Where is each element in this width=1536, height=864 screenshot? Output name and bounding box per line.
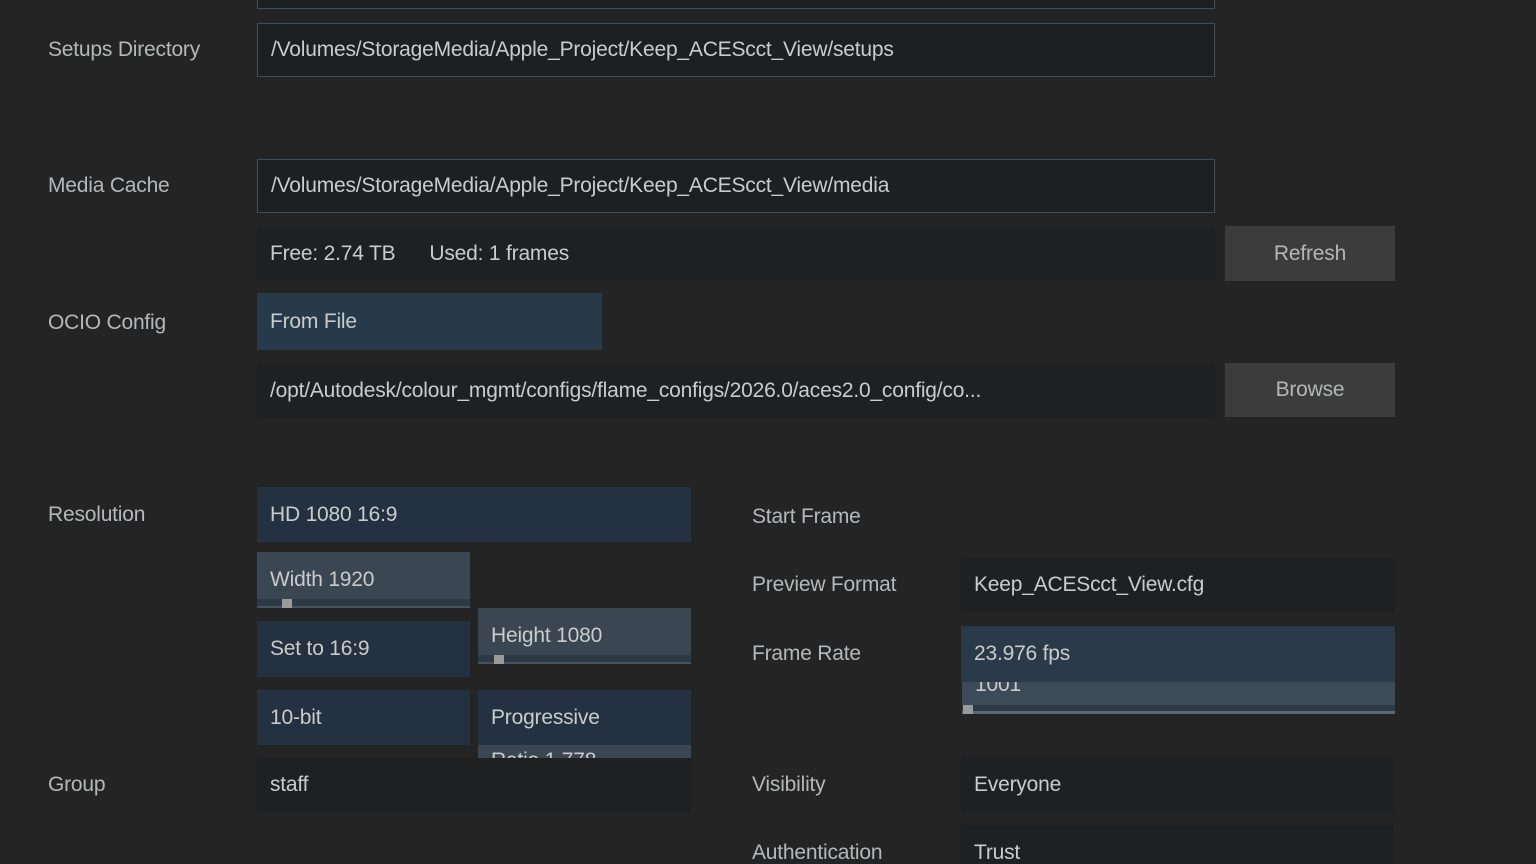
ocio-mode-dropdown[interactable]: From File [257, 293, 602, 350]
resolution-width-value: Width 1920 [270, 568, 374, 592]
width-slider[interactable] [257, 599, 470, 608]
resolution-label: Resolution [48, 487, 145, 542]
bit-depth-dropdown[interactable]: 10-bit [257, 690, 470, 745]
start-frame-slider-track [962, 711, 1395, 714]
ocio-path-field[interactable]: /opt/Autodesk/colour_mgmt/configs/flame_… [257, 363, 1215, 418]
start-frame-slider[interactable] [962, 705, 1395, 714]
group-label: Group [48, 758, 105, 812]
setups-directory-input[interactable]: /Volumes/StorageMedia/Apple_Project/Keep… [257, 23, 1215, 77]
width-slider-handle[interactable] [282, 599, 292, 608]
resolution-width-field[interactable]: Width 1920 [257, 552, 470, 608]
visibility-label: Visibility [752, 757, 825, 813]
media-cache-input[interactable]: /Volumes/StorageMedia/Apple_Project/Keep… [257, 159, 1215, 213]
visibility-field[interactable]: Everyone [961, 757, 1394, 813]
height-slider-track [478, 662, 691, 664]
start-frame-label: Start Frame [752, 488, 861, 546]
scan-mode-dropdown[interactable]: Progressive [478, 690, 691, 745]
used-frames-text: Used: 1 frames [429, 242, 569, 266]
set-to-16-9-button[interactable]: Set to 16:9 [257, 621, 470, 677]
height-slider-handle[interactable] [494, 655, 504, 664]
media-cache-usage-bar: Free: 2.74 TB Used: 1 frames [257, 227, 1215, 281]
group-field[interactable]: staff [257, 758, 691, 812]
browse-button[interactable]: Browse [1225, 363, 1395, 417]
top-partial-field[interactable] [257, 0, 1215, 9]
preview-format-label: Preview Format [752, 558, 896, 612]
resolution-height-value: Height 1080 [491, 624, 602, 648]
height-slider[interactable] [478, 655, 691, 664]
resolution-preset-dropdown[interactable]: HD 1080 16:9 [257, 487, 691, 542]
authentication-field[interactable]: Trust [961, 825, 1394, 864]
preview-format-field[interactable]: Keep_ACEScct_View.cfg [961, 558, 1395, 612]
frame-rate-label: Frame Rate [752, 626, 861, 682]
resolution-height-field[interactable]: Height 1080 [478, 608, 691, 664]
media-cache-label: Media Cache [48, 159, 170, 213]
ocio-config-label: OCIO Config [48, 296, 166, 350]
project-settings-panel: Setups Directory /Volumes/StorageMedia/A… [0, 0, 1536, 864]
refresh-button[interactable]: Refresh [1225, 226, 1395, 281]
frame-rate-dropdown[interactable]: 23.976 fps [961, 626, 1395, 682]
free-space-text: Free: 2.74 TB [270, 242, 395, 266]
start-frame-slider-handle[interactable] [963, 705, 973, 714]
authentication-label: Authentication [752, 825, 882, 864]
setups-directory-label: Setups Directory [48, 23, 200, 77]
